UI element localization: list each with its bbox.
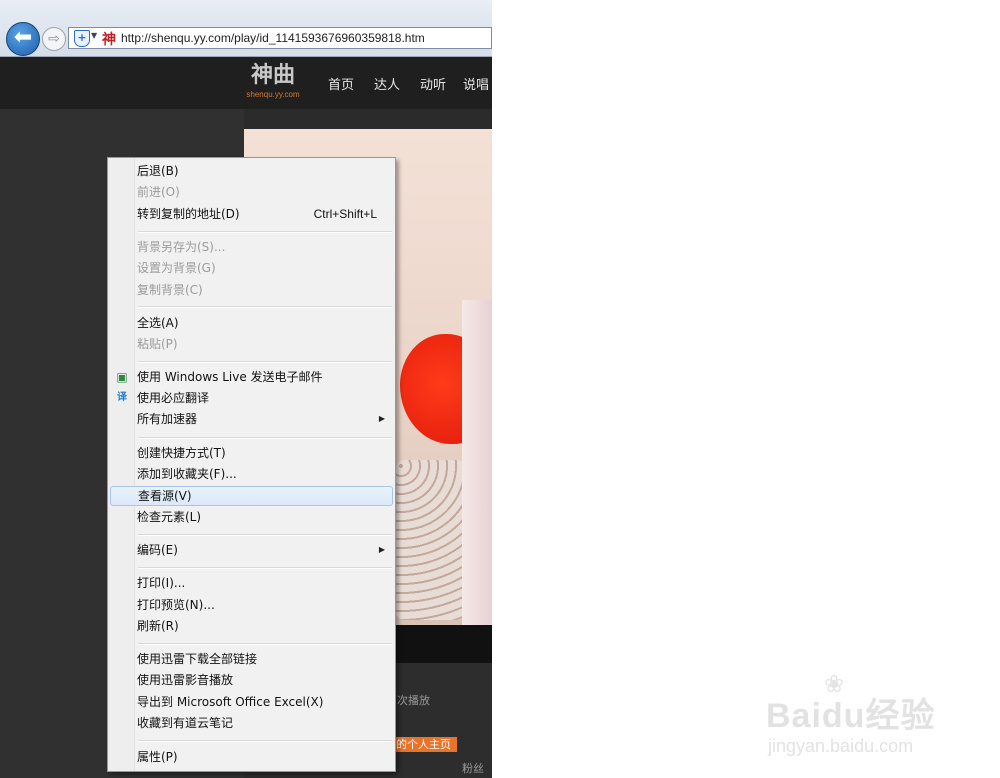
logo-domain: shenqu.yy.com (246, 90, 300, 99)
menu-label: 使用 Windows Live 发送电子邮件 (137, 370, 323, 384)
menu-thunder-download-all[interactable]: 使用迅雷下载全部链接 (110, 649, 393, 669)
menu-youdao-note[interactable]: 收藏到有道云笔记 (110, 713, 393, 733)
nav-home[interactable]: 首页 (328, 74, 354, 93)
security-shield-icon[interactable]: + (74, 30, 90, 47)
menu-label: 创建快捷方式(T) (137, 446, 226, 460)
url-text[interactable]: http://shenqu.yy.com/play/id_11415936769… (121, 31, 425, 45)
menu-set-as-background[interactable]: 设置为背景(G) (110, 258, 393, 278)
menu-save-background-as[interactable]: 背景另存为(S)... (110, 237, 393, 257)
menu-separator (138, 567, 392, 569)
menu-label: 后退(B) (137, 164, 179, 178)
windows-live-icon: ▣ (116, 370, 128, 384)
menu-add-to-favorites[interactable]: 添加到收藏夹(F)... (110, 464, 393, 484)
nav-rap[interactable]: 说唱 (463, 74, 489, 93)
menu-send-email-windows-live[interactable]: ▣ 使用 Windows Live 发送电子邮件 (110, 367, 393, 387)
back-button[interactable]: ⬅ (6, 22, 40, 56)
menu-label: 背景另存为(S)... (137, 240, 226, 254)
site-logo[interactable]: 神曲 shenqu.yy.com (245, 62, 301, 106)
menu-label: 全选(A) (137, 316, 179, 330)
menu-separator (138, 361, 392, 363)
context-menu: 后退(B) 前进(O) 转到复制的地址(D) Ctrl+Shift+L 背景另存为… (107, 157, 396, 772)
address-bar[interactable]: + ▼ 神 http://shenqu.yy.com/play/id_11415… (68, 27, 492, 49)
menu-select-all[interactable]: 全选(A) (110, 313, 393, 333)
menu-print[interactable]: 打印(I)... (110, 573, 393, 593)
play-count: 次播放 (397, 694, 430, 707)
homepage-link[interactable]: 的个人主页 (390, 737, 457, 752)
menu-export-excel[interactable]: 导出到 Microsoft Office Excel(X) (110, 692, 393, 712)
menu-label: 设置为背景(G) (137, 261, 216, 275)
watermark-main-text: Baidu经验 (766, 697, 936, 735)
menu-label: 属性(P) (137, 750, 178, 764)
menu-separator (138, 643, 392, 645)
dropdown-caret-icon[interactable]: ▼ (91, 31, 97, 40)
logo-text: 神曲 (250, 63, 295, 88)
menu-label: 复制背景(C) (137, 283, 203, 297)
menu-label: 粘贴(P) (137, 337, 178, 351)
menu-label: 使用迅雷影音播放 (137, 673, 234, 687)
forward-button[interactable]: ⇨ (42, 27, 66, 51)
menu-back[interactable]: 后退(B) (110, 161, 393, 181)
menu-label: 转到复制的地址(D) (137, 207, 240, 221)
menu-view-source[interactable]: 查看源(V) (110, 486, 393, 506)
menu-separator (138, 306, 392, 308)
nav-talent[interactable]: 达人 (374, 74, 400, 93)
menu-create-shortcut[interactable]: 创建快捷方式(T) (110, 443, 393, 463)
menu-properties[interactable]: 属性(P) (110, 747, 393, 767)
menu-separator (138, 534, 392, 536)
menu-bing-translate[interactable]: 译使用必应翻译 (110, 388, 393, 408)
menu-copy-background[interactable]: 复制背景(C) (110, 280, 393, 300)
submenu-arrow-icon: ▶ (378, 545, 385, 554)
menu-encoding[interactable]: 编码(E) ▶ (110, 540, 393, 560)
menu-all-accelerators[interactable]: 所有加速器 ▶ (110, 409, 393, 429)
menu-refresh[interactable]: 刷新(R) (110, 616, 393, 636)
bing-translate-icon: 译 (117, 392, 127, 403)
menu-separator (138, 231, 392, 233)
fans-count-label: 粉丝数 (462, 762, 484, 775)
menu-label: 导出到 Microsoft Office Excel(X) (137, 695, 324, 709)
site-favicon-icon: 神 (102, 32, 116, 48)
menu-label: 前进(O) (137, 185, 180, 199)
video-frame-chair (395, 460, 467, 620)
menu-label: 刷新(R) (137, 619, 179, 633)
browser-toolbar: ⬅ ⇨ + ▼ 神 http://shenqu.yy.com/play/id_1… (0, 0, 492, 57)
menu-label: 检查元素(L) (137, 510, 202, 524)
menu-label: 打印(I)... (137, 576, 186, 590)
submenu-arrow-icon: ▶ (378, 414, 385, 423)
menu-shortcut: Ctrl+Shift+L (313, 207, 377, 221)
menu-label: 收藏到有道云笔记 (137, 716, 234, 730)
nav-listen[interactable]: 动听 (420, 74, 446, 93)
menu-label: 使用必应翻译 (137, 391, 210, 405)
menu-label: 打印预览(N)... (137, 598, 215, 612)
menu-label: 添加到收藏夹(F)... (137, 467, 237, 481)
menu-separator (138, 740, 392, 742)
menu-label: 使用迅雷下载全部链接 (137, 652, 258, 666)
baidu-watermark: ❀ Baidu经验 jingyan.baidu.com (766, 670, 986, 770)
menu-paste[interactable]: 粘贴(P) (110, 334, 393, 354)
menu-inspect-element[interactable]: 检查元素(L) (110, 507, 393, 527)
menu-print-preview[interactable]: 打印预览(N)... (110, 595, 393, 615)
menu-label: 查看源(V) (138, 489, 192, 503)
menu-go-to-copied-address[interactable]: 转到复制的地址(D) Ctrl+Shift+L (110, 204, 393, 224)
site-header: 神曲 shenqu.yy.com 首页 达人 动听 说唱 (0, 57, 492, 109)
menu-forward[interactable]: 前进(O) (110, 182, 393, 202)
video-frame-figure (462, 300, 492, 625)
menu-separator (138, 437, 392, 439)
watermark-domain: jingyan.baidu.com (768, 736, 914, 756)
menu-label: 编码(E) (137, 543, 178, 557)
menu-thunder-player[interactable]: 使用迅雷影音播放 (110, 670, 393, 690)
menu-label: 所有加速器 (137, 412, 198, 426)
